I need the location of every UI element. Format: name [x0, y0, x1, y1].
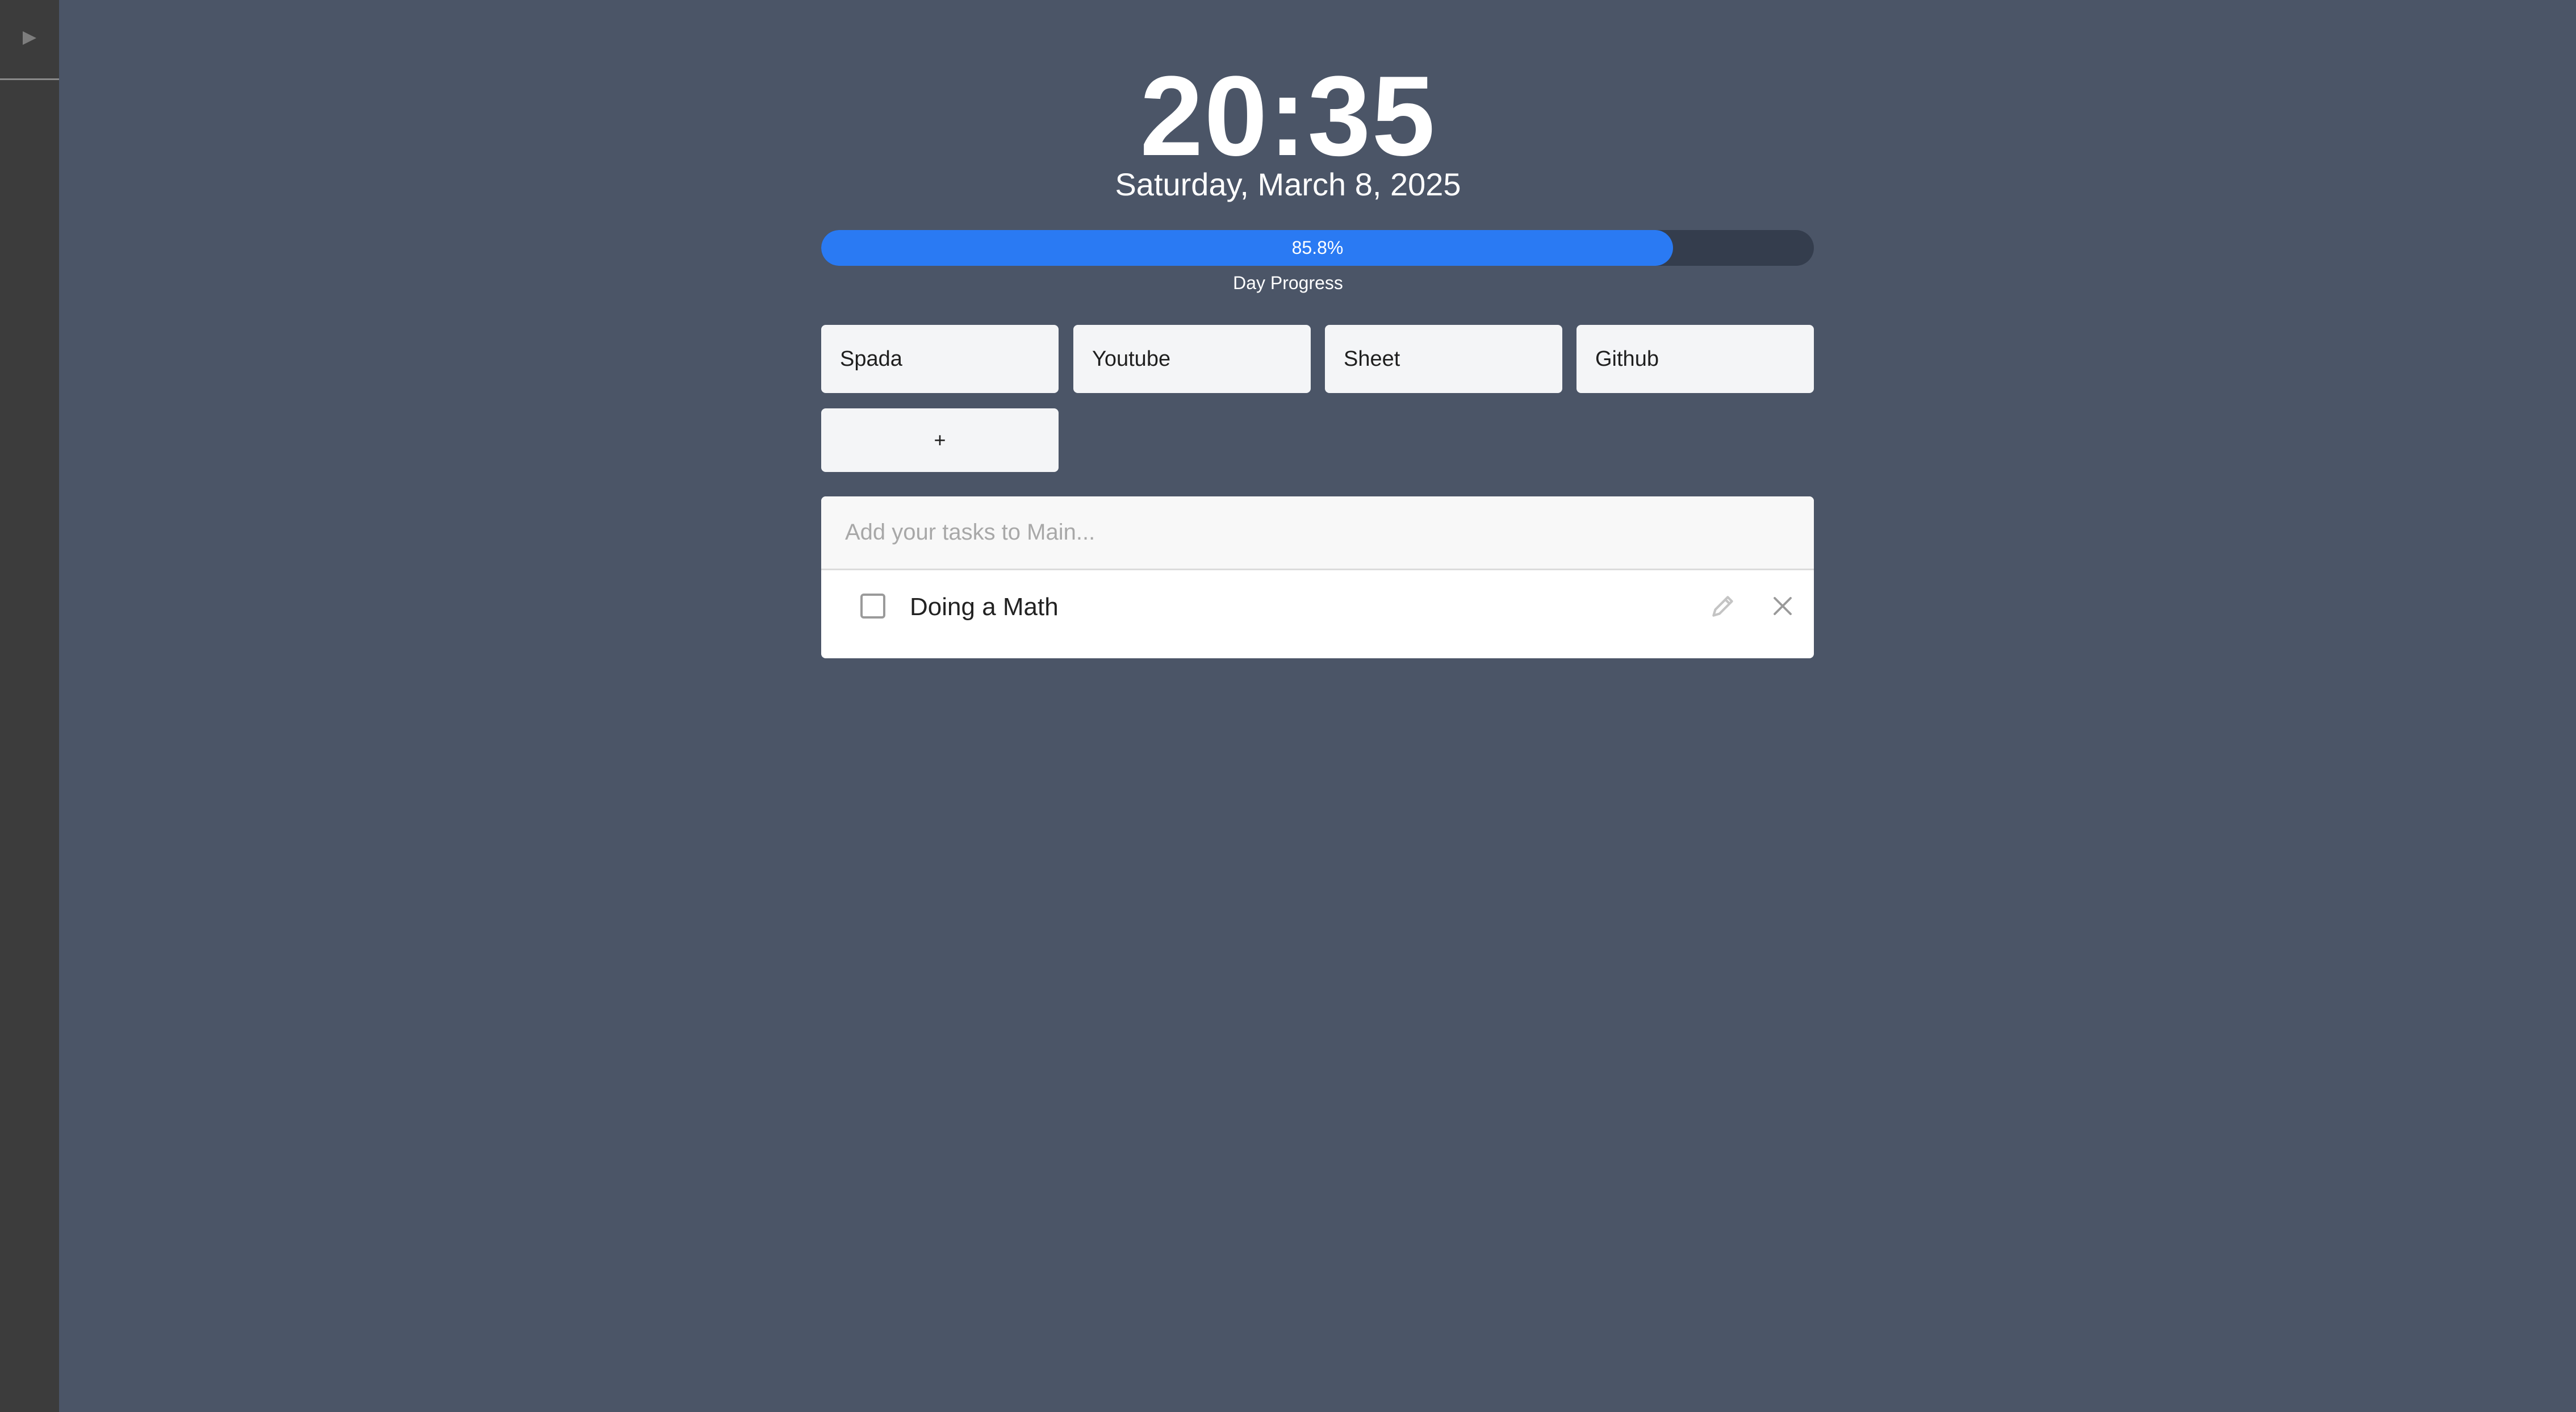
clock-time: 20:35	[1140, 53, 1436, 179]
task-checkbox[interactable]	[860, 594, 885, 619]
add-shortcut-button[interactable]: +	[821, 408, 1059, 472]
play-triangle-icon	[21, 30, 38, 49]
shortcut-github[interactable]: Github	[1576, 325, 1814, 393]
day-progress-label: Day Progress	[1233, 273, 1343, 293]
close-icon[interactable]	[1771, 594, 1795, 618]
task-text: Doing a Math	[910, 593, 1059, 621]
task-input[interactable]	[821, 496, 1814, 570]
pencil-icon[interactable]	[1709, 592, 1737, 620]
shortcut-spada[interactable]: Spada	[821, 325, 1059, 393]
task-item: Doing a Math	[821, 570, 1814, 644]
day-progress-bar: 85.8%	[821, 230, 1814, 266]
shortcut-sheet[interactable]: Sheet	[1325, 325, 1562, 393]
day-progress-percent: 85.8%	[1291, 237, 1344, 258]
shortcut-youtube[interactable]: Youtube	[1073, 325, 1311, 393]
clock-date: Saturday, March 8, 2025	[1115, 166, 1461, 202]
sidebar	[0, 0, 59, 1412]
task-panel: Doing a Math	[821, 496, 1814, 658]
